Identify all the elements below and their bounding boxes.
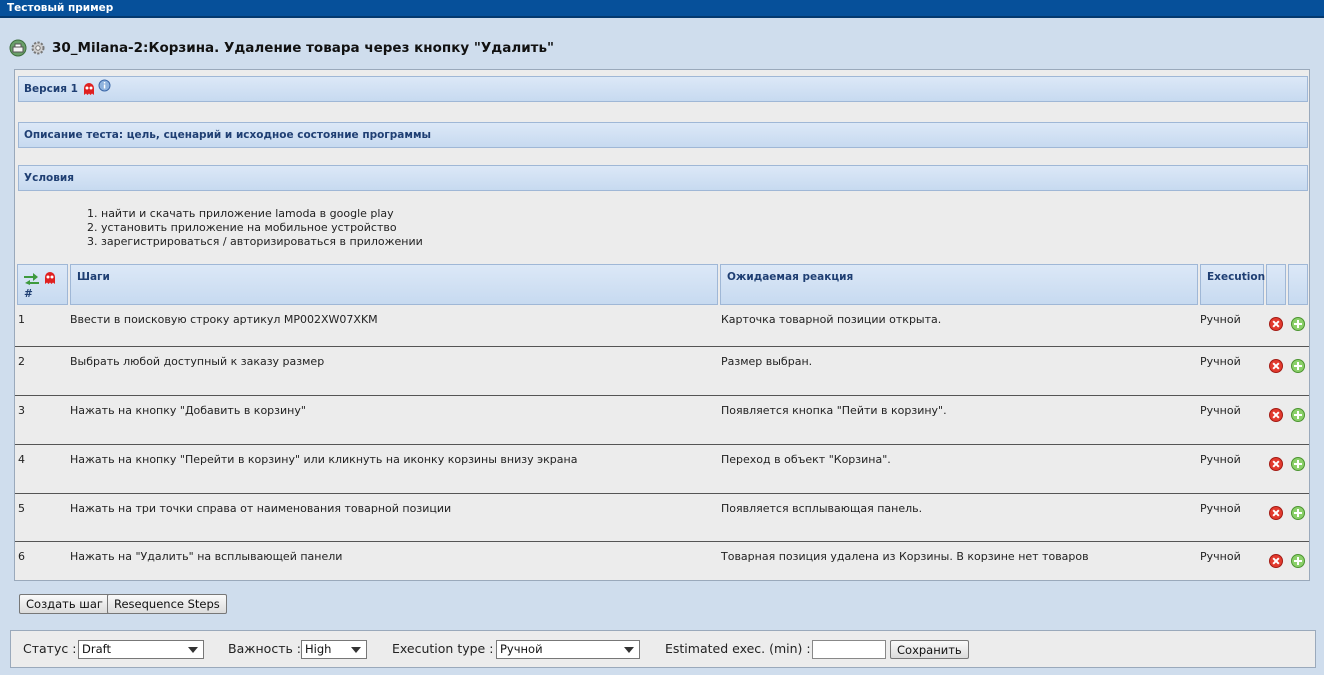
step-execution: Ручной	[1200, 355, 1241, 368]
step-execution: Ручной	[1200, 502, 1241, 515]
chevron-down-icon	[188, 647, 198, 653]
add-icon[interactable]	[1291, 506, 1305, 520]
chevron-down-icon	[624, 647, 634, 653]
col-execution-header[interactable]: Execution	[1200, 264, 1266, 305]
save-button[interactable]: Сохранить	[890, 640, 969, 659]
testcase-heading: 30_Milana-2:Корзина. Удаление товара чер…	[9, 38, 554, 58]
ghost-icon[interactable]	[82, 82, 96, 96]
table-row: 6 Нажать на "Удалить" на всплывающей пан…	[15, 542, 1309, 580]
delete-icon[interactable]	[1269, 554, 1283, 568]
preconditions-section[interactable]: Условия	[18, 165, 1308, 191]
status-label: Статус :	[23, 641, 77, 656]
preconditions-list: найти и скачать приложение lamoda в goog…	[85, 207, 423, 249]
estimated-exec-label: Estimated exec. (min) :	[665, 641, 811, 656]
add-icon[interactable]	[1291, 457, 1305, 471]
ghost-icon[interactable]	[43, 271, 57, 285]
importance-value: High	[305, 642, 332, 656]
step-expected: Переход в объект "Корзина".	[721, 453, 891, 466]
step-execution: Ручной	[1200, 313, 1241, 326]
step-expected: Появляется всплывающая панель.	[721, 502, 923, 515]
precondition-item: установить приложение на мобильное устро…	[101, 221, 423, 235]
delete-icon[interactable]	[1269, 506, 1283, 520]
step-expected: Карточка товарной позиции открыта.	[721, 313, 942, 326]
col-steps-header[interactable]: Шаги	[70, 264, 718, 305]
col-steps-label: Шаги	[77, 271, 110, 283]
status-select[interactable]: Draft	[78, 640, 204, 659]
execution-type-select[interactable]: Ручной	[496, 640, 640, 659]
col-num-header: #	[17, 264, 68, 305]
step-expected: Товарная позиция удалена из Корзины. В к…	[721, 550, 1089, 563]
step-number: 5	[18, 502, 25, 515]
step-action: Ввести в поисковую строку артикул MP002X…	[70, 313, 378, 326]
execution-type-value: Ручной	[500, 642, 543, 656]
estimated-exec-input[interactable]	[812, 640, 886, 659]
properties-bar: Статус : Draft Важность : High Execution…	[10, 630, 1316, 668]
importance-select[interactable]: High	[301, 640, 367, 659]
table-row: 2 Выбрать любой доступный к заказу разме…	[15, 347, 1309, 396]
step-execution: Ручной	[1200, 453, 1241, 466]
print-icon[interactable]	[9, 39, 27, 57]
execution-type-label: Execution type :	[392, 641, 494, 656]
chevron-down-icon	[351, 647, 361, 653]
step-number: 2	[18, 355, 25, 368]
add-icon[interactable]	[1291, 554, 1305, 568]
info-icon[interactable]	[98, 79, 111, 92]
step-number: 4	[18, 453, 25, 466]
resequence-steps-button[interactable]: Resequence Steps	[107, 594, 227, 614]
step-action: Нажать на "Удалить" на всплывающей панел…	[70, 550, 343, 563]
description-section[interactable]: Описание теста: цель, сценарий и исходно…	[18, 122, 1308, 148]
col-execution-label: Execution	[1207, 271, 1266, 283]
preconditions-label: Условия	[24, 172, 74, 184]
version-section[interactable]: Версия 1	[18, 76, 1308, 102]
step-expected: Размер выбран.	[721, 355, 813, 368]
delete-icon[interactable]	[1269, 317, 1283, 331]
table-row: 1 Ввести в поисковую строку артикул MP00…	[15, 305, 1309, 347]
status-value: Draft	[82, 642, 111, 656]
testcase-panel: Версия 1 Описание теста: цель, сценарий …	[14, 69, 1310, 581]
delete-icon[interactable]	[1269, 457, 1283, 471]
window-title: Тестовый пример	[7, 2, 114, 14]
col-expected-label: Ожидаемая реакция	[727, 271, 854, 283]
add-icon[interactable]	[1291, 408, 1305, 422]
step-number: 1	[18, 313, 25, 326]
step-action: Нажать на три точки справа от наименован…	[70, 502, 452, 515]
table-row: 4 Нажать на кнопку "Перейти в корзину" и…	[15, 445, 1309, 494]
col-action-header	[1288, 264, 1308, 305]
version-label: Версия 1	[24, 83, 78, 95]
reorder-arrows-icon[interactable]	[24, 273, 39, 285]
step-action: Нажать на кнопку "Добавить в корзину"	[70, 404, 306, 417]
step-number: 6	[18, 550, 25, 563]
col-num-label: #	[24, 288, 33, 300]
step-execution: Ручной	[1200, 550, 1241, 563]
window-titlebar: Тестовый пример	[0, 0, 1324, 18]
delete-icon[interactable]	[1269, 359, 1283, 373]
description-label: Описание теста: цель, сценарий и исходно…	[24, 129, 432, 141]
step-action: Выбрать любой доступный к заказу размер	[70, 355, 325, 368]
step-execution: Ручной	[1200, 404, 1241, 417]
add-icon[interactable]	[1291, 317, 1305, 331]
step-expected: Появляется кнопка "Пейти в корзину".	[721, 404, 947, 417]
table-row: 5 Нажать на три точки справа от наименов…	[15, 494, 1309, 542]
importance-label: Важность :	[228, 641, 302, 656]
precondition-item: зарегистрироваться / авторизироваться в …	[101, 235, 423, 249]
table-row: 3 Нажать на кнопку "Добавить в корзину" …	[15, 396, 1309, 445]
col-action-header	[1266, 264, 1286, 305]
delete-icon[interactable]	[1269, 408, 1283, 422]
testcase-title: 30_Milana-2:Корзина. Удаление товара чер…	[52, 40, 555, 56]
col-expected-header[interactable]: Ожидаемая реакция	[720, 264, 1198, 305]
precondition-item: найти и скачать приложение lamoda в goog…	[101, 207, 423, 221]
create-step-button[interactable]: Создать шаг	[19, 594, 110, 614]
add-icon[interactable]	[1291, 359, 1305, 373]
step-action: Нажать на кнопку "Перейти в корзину" или…	[70, 453, 578, 466]
gear-icon[interactable]	[29, 39, 47, 57]
step-number: 3	[18, 404, 25, 417]
